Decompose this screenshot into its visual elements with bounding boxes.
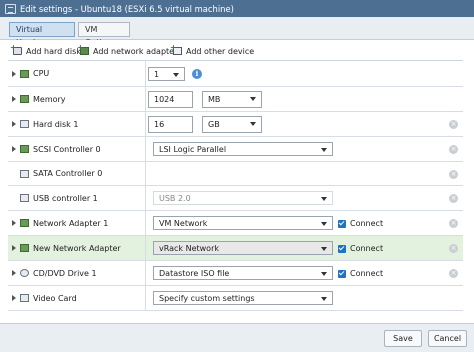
memory-unit-select[interactable]: MB: [202, 91, 262, 108]
device-label: SATA Controller 0: [8, 162, 146, 185]
remove-device-icon[interactable]: ×: [449, 269, 458, 278]
no-expand-spacer: [12, 195, 16, 201]
device-row-cpu: CPU 1 i: [8, 61, 463, 87]
device-label[interactable]: CD/DVD Drive 1: [8, 261, 146, 285]
device-label: USB controller 1: [8, 186, 146, 210]
new-network-adapter-label: New Network Adapter: [33, 243, 121, 253]
cd-dvd-icon: [20, 269, 29, 277]
connect-checkbox[interactable]: Connect: [338, 269, 383, 278]
dialog-footer: Save Cancel: [0, 323, 474, 352]
connect-checkbox[interactable]: Connect: [338, 219, 383, 228]
disk-unit-select[interactable]: GB: [202, 116, 262, 133]
expand-icon[interactable]: [12, 295, 16, 301]
dialog-title: Edit settings - Ubuntu18 (ESXi 6.5 virtu…: [20, 3, 234, 14]
memory-size-input[interactable]: 1024: [148, 91, 193, 108]
video-card-label: Video Card: [33, 293, 77, 303]
add-hard-disk-label: Add hard disk: [26, 46, 81, 56]
hardware-list: CPU 1 i Memory 1024 MB Hard disk 1 16 GB…: [8, 60, 463, 311]
remove-device-icon[interactable]: ×: [449, 145, 458, 154]
device-row-sata: SATA Controller 0 ×: [8, 162, 463, 186]
scsi-type-select[interactable]: LSI Logic Parallel: [153, 142, 333, 156]
dialog-titlebar: Edit settings - Ubuntu18 (ESXi 6.5 virtu…: [0, 0, 474, 17]
network-select[interactable]: VM Network: [153, 216, 333, 230]
device-row-usb: USB controller 1 USB 2.0 ×: [8, 186, 463, 211]
memory-icon: [20, 95, 29, 103]
add-network-icon: [77, 43, 89, 55]
usb-version-select: USB 2.0: [153, 191, 333, 205]
remove-device-icon[interactable]: ×: [449, 194, 458, 203]
device-label[interactable]: New Network Adapter: [8, 236, 146, 260]
connect-label: Connect: [350, 269, 384, 278]
info-icon[interactable]: i: [192, 69, 202, 79]
cpu-icon: [20, 69, 29, 78]
add-network-adapter-button[interactable]: Add network adapter: [77, 43, 178, 57]
hard-disk-label: Hard disk 1: [33, 119, 79, 129]
tab-vm-options[interactable]: VM Options: [78, 22, 130, 47]
expand-icon[interactable]: [12, 245, 16, 251]
device-label[interactable]: Memory: [8, 87, 146, 111]
add-network-adapter-label: Add network adapter: [93, 46, 178, 56]
remove-device-icon[interactable]: ×: [449, 244, 458, 253]
scsi-label: SCSI Controller 0: [33, 144, 101, 154]
video-settings-select[interactable]: Specify custom settings: [153, 291, 333, 305]
sata-label: SATA Controller 0: [33, 169, 103, 178]
cancel-button[interactable]: Cancel: [428, 330, 467, 347]
disk-size-input[interactable]: 16: [148, 116, 193, 133]
device-label[interactable]: Network Adapter 1: [8, 211, 146, 235]
cd-dvd-label: CD/DVD Drive 1: [33, 268, 97, 278]
device-label[interactable]: CPU: [8, 61, 146, 86]
scsi-controller-icon: [20, 145, 29, 153]
checkbox-checked-icon[interactable]: [338, 269, 346, 278]
device-row-scsi: SCSI Controller 0 LSI Logic Parallel ×: [8, 137, 463, 162]
device-row-hard-disk: Hard disk 1 16 GB ×: [8, 112, 463, 137]
network-adapter-1-label: Network Adapter 1: [33, 218, 109, 228]
no-expand-spacer: [12, 171, 16, 177]
remove-device-icon[interactable]: ×: [449, 120, 458, 129]
usb-label: USB controller 1: [33, 193, 98, 203]
device-label[interactable]: Video Card: [8, 286, 146, 310]
add-other-device-label: Add other device: [186, 46, 255, 56]
connect-label: Connect: [350, 219, 384, 228]
cpu-label: CPU: [33, 69, 50, 78]
expand-icon[interactable]: [12, 121, 16, 127]
toolbar: Add hard disk Add network adapter Add ot…: [0, 40, 474, 60]
expand-icon[interactable]: [12, 70, 16, 77]
checkbox-checked-icon[interactable]: [338, 219, 346, 228]
remove-device-icon[interactable]: ×: [449, 170, 458, 179]
device-row-cd-dvd: CD/DVD Drive 1 Datastore ISO file Connec…: [8, 261, 463, 286]
device-label[interactable]: SCSI Controller 0: [8, 137, 146, 161]
connect-label: Connect: [350, 244, 384, 253]
hard-disk-icon: [20, 120, 29, 128]
network-adapter-icon: [20, 244, 29, 252]
expand-icon[interactable]: [12, 270, 16, 276]
add-hard-disk-button[interactable]: Add hard disk: [10, 43, 81, 57]
add-other-device-button[interactable]: Add other device: [170, 43, 255, 57]
tab-bar: Virtual Hardware VM Options: [0, 17, 474, 47]
network-select[interactable]: vRack Network: [153, 241, 333, 255]
remove-device-icon[interactable]: ×: [449, 219, 458, 228]
vm-settings-icon: [5, 3, 16, 14]
device-row-new-network-adapter: New Network Adapter vRack Network Connec…: [8, 236, 463, 261]
device-label[interactable]: Hard disk 1: [8, 112, 146, 136]
memory-label: Memory: [33, 94, 66, 104]
save-button[interactable]: Save: [384, 330, 422, 347]
video-card-icon: [20, 294, 29, 302]
tab-virtual-hardware[interactable]: Virtual Hardware: [9, 22, 75, 47]
expand-icon[interactable]: [12, 146, 16, 152]
cpu-count-select[interactable]: 1: [148, 67, 185, 81]
expand-icon[interactable]: [12, 96, 16, 102]
sata-controller-icon: [20, 169, 29, 178]
checkbox-checked-icon[interactable]: [338, 244, 346, 253]
device-row-video-card: Video Card Specify custom settings: [8, 286, 463, 311]
device-row-memory: Memory 1024 MB: [8, 87, 463, 112]
usb-icon: [20, 194, 29, 202]
device-row-network-adapter-1: Network Adapter 1 VM Network Connect ×: [8, 211, 463, 236]
cd-dvd-media-select[interactable]: Datastore ISO file: [153, 266, 333, 280]
add-disk-icon: [10, 43, 22, 55]
add-device-icon: [170, 43, 182, 55]
expand-icon[interactable]: [12, 220, 16, 226]
network-adapter-icon: [20, 219, 29, 227]
connect-checkbox[interactable]: Connect: [338, 244, 383, 253]
